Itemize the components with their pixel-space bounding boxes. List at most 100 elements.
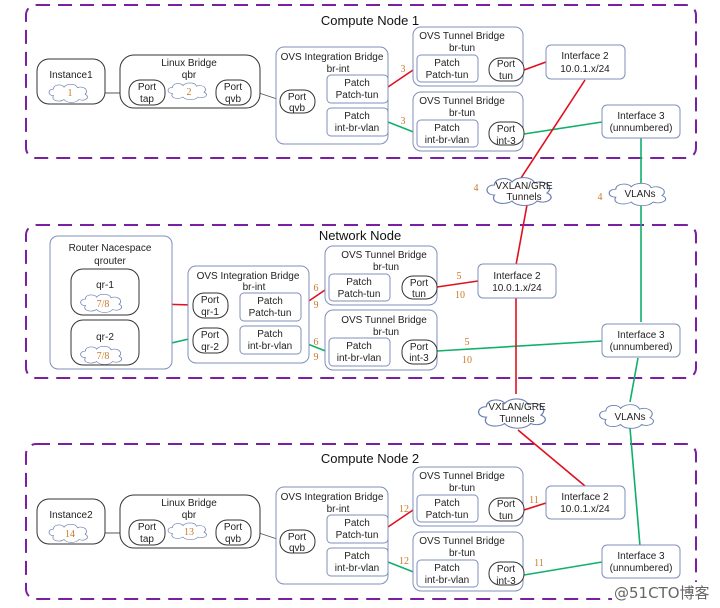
router-namespace-title: Router Nacespace xyxy=(69,243,152,254)
patch-tun-int-1-name: Patch-tun xyxy=(336,90,379,101)
tun-bridge-net-b-title: OVS Tunnel Bridge xyxy=(341,315,427,326)
tun-bridge-2b-sub: br-tun xyxy=(449,548,475,559)
vlans-mid-label: VLANs xyxy=(614,412,645,423)
step-number-3b: 3 xyxy=(401,116,406,127)
vxlan-gre-mid-sub: Tunnels xyxy=(499,414,534,425)
patch-tun-int-net-label: Patch xyxy=(257,296,283,307)
tun-bridge-2a-sub: br-tun xyxy=(449,483,475,494)
interface-2-net-ip: 10.0.1.x/24 xyxy=(492,283,542,294)
step-number-2: 2 xyxy=(187,87,192,98)
router-namespace-sub: qrouter xyxy=(94,256,126,267)
patch-tun-int-1-label: Patch xyxy=(344,78,370,89)
interface-2-c1-ip: 10.0.1.x/24 xyxy=(560,64,610,75)
network-node: Router Nacespace qrouter qr-1 7/8 qr-2 7… xyxy=(49,235,681,371)
step-number-10a: 10 xyxy=(455,290,465,301)
interface-3-c2-desc: (unnumbered) xyxy=(610,563,673,574)
instance2-label: Instance2 xyxy=(49,510,93,521)
linux-bridge-2-title: Linux Bridge xyxy=(161,498,217,509)
interface-3-net-desc: (unnumbered) xyxy=(610,342,673,353)
port-int3-net-label: Port xyxy=(410,342,429,353)
tun-bridge-net-a-sub: br-tun xyxy=(373,262,399,273)
port-qvb-lb-1-label: Port xyxy=(224,82,243,93)
port-tun-net-label: Port xyxy=(410,278,429,289)
tun-bridge-1b-sub: br-tun xyxy=(449,108,475,119)
vxlan-gre-top-label: VXLAN/GRE xyxy=(495,181,553,192)
patch-vlan-int-net-name: int-br-vlan xyxy=(248,341,292,352)
link-vlans-c2-iface3 xyxy=(629,427,641,547)
patch-tun-int-2-name: Patch-tun xyxy=(336,530,379,541)
port-qvb-int-2-name: qvb xyxy=(289,543,306,554)
patch-tun-tb-net-label: Patch xyxy=(346,277,372,288)
step-number-6b: 6 xyxy=(314,337,319,348)
patch-tun-tb-net-name: Patch-tun xyxy=(338,289,381,300)
interface-3-c1-desc: (unnumbered) xyxy=(610,123,673,134)
step-number-7-8b: 7/8 xyxy=(97,351,110,362)
linux-bridge-2-sub: qbr xyxy=(182,510,197,521)
interface-2-net-label: Interface 2 xyxy=(493,271,541,282)
int-bridge-2-sub: br-int xyxy=(327,504,350,515)
step-number-10b: 10 xyxy=(462,355,472,366)
port-qr-2-label: Port xyxy=(201,330,220,341)
port-int3-2-label: Port xyxy=(497,564,516,575)
int-bridge-1-sub: br-int xyxy=(327,64,350,75)
step-number-12b: 12 xyxy=(399,556,409,567)
patch-tun-tb-1-label: Patch xyxy=(434,58,460,69)
step-number-1: 1 xyxy=(68,88,73,99)
tun-bridge-2a-title: OVS Tunnel Bridge xyxy=(419,471,505,482)
port-tap-2-label: Port xyxy=(138,522,157,533)
port-qvb-int-1-name: qvb xyxy=(289,103,306,114)
patch-vlan-tb-1-label: Patch xyxy=(434,123,460,134)
tun-bridge-1b-title: OVS Tunnel Bridge xyxy=(419,96,505,107)
step-number-5a: 5 xyxy=(457,271,462,282)
port-int3-net-name: int-3 xyxy=(409,353,429,364)
tun-bridge-1a-title: OVS Tunnel Bridge xyxy=(419,31,505,42)
link-c1-int3-iface3 xyxy=(523,121,603,135)
patch-vlan-tb-net-name: int-br-vlan xyxy=(337,353,381,364)
patch-vlan-int-2-name: int-br-vlan xyxy=(335,563,379,574)
vxlan-gre-top-sub: Tunnels xyxy=(506,192,541,203)
port-tap-1-name: tap xyxy=(140,94,154,105)
step-number-11b: 11 xyxy=(534,558,544,569)
patch-vlan-tb-net-label: Patch xyxy=(346,341,372,352)
port-tun-2-label: Port xyxy=(497,499,516,510)
interface-3-c1-label: Interface 3 xyxy=(617,111,665,122)
patch-tun-int-2-label: Patch xyxy=(344,518,370,529)
compute-node-2: Instance2 14 Linux Bridge qbr Port tap 1… xyxy=(36,466,681,592)
vlans-top-label: VLANs xyxy=(624,189,655,200)
port-tap-2-name: tap xyxy=(140,534,154,545)
patch-vlan-int-1-label: Patch xyxy=(344,111,370,122)
port-int3-1-label: Port xyxy=(497,124,516,135)
patch-vlan-int-2-label: Patch xyxy=(344,551,370,562)
tun-bridge-net-b-sub: br-tun xyxy=(373,327,399,338)
step-number-5b: 5 xyxy=(465,337,470,348)
tun-bridge-net-a-title: OVS Tunnel Bridge xyxy=(341,250,427,261)
port-tap-1-label: Port xyxy=(138,82,157,93)
step-number-9b: 9 xyxy=(314,352,319,363)
patch-tun-tb-2-label: Patch xyxy=(434,498,460,509)
compute-node-1: Instance1 1 Linux Bridge qbr Port tap 2 … xyxy=(36,26,681,152)
interface-2-c2-label: Interface 2 xyxy=(561,492,609,503)
step-number-3a: 3 xyxy=(401,64,406,75)
step-number-4b: 4 xyxy=(598,192,603,203)
port-int3-2-name: int-3 xyxy=(496,576,516,587)
watermark: @51CTO博客 xyxy=(614,584,710,602)
port-tun-2-name: tun xyxy=(499,511,513,522)
interface-2-c2-ip: 10.0.1.x/24 xyxy=(560,504,610,515)
step-number-12a: 12 xyxy=(399,504,409,515)
port-qvb-int-2-label: Port xyxy=(288,532,307,543)
int-bridge-1-title: OVS Integration Bridge xyxy=(281,52,384,63)
step-number-13: 13 xyxy=(184,527,194,538)
tun-bridge-1a-sub: br-tun xyxy=(449,43,475,54)
tun-bridge-2b-title: OVS Tunnel Bridge xyxy=(419,536,505,547)
interface-2-c1-label: Interface 2 xyxy=(561,51,609,62)
patch-tun-tb-1-name: Patch-tun xyxy=(426,70,469,81)
link-net-iface3-vlans xyxy=(629,357,639,403)
interface-3-c2-label: Interface 3 xyxy=(617,551,665,562)
top-clouds: VXLAN/GRE Tunnels 4 VLANs 4 xyxy=(474,176,667,207)
patch-vlan-tb-1-name: int-br-vlan xyxy=(425,135,469,146)
step-number-14: 14 xyxy=(65,529,75,540)
patch-vlan-int-1-name: int-br-vlan xyxy=(335,123,379,134)
linux-bridge-1-title: Linux Bridge xyxy=(161,58,217,69)
link-tunnels-net-iface2 xyxy=(515,204,528,266)
vxlan-gre-mid-label: VXLAN/GRE xyxy=(488,402,546,413)
